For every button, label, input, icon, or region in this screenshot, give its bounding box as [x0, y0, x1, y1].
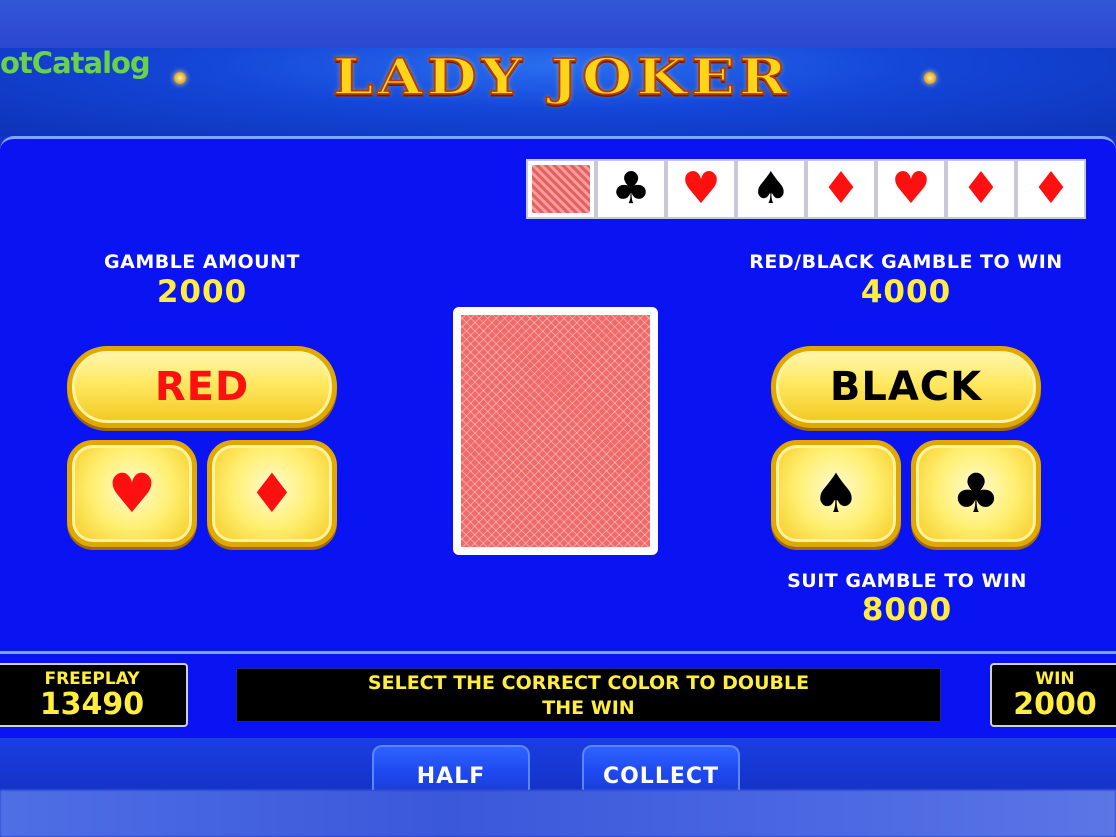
club-icon: ♣ — [951, 461, 1001, 525]
title-ornament-left — [174, 72, 186, 84]
top-blur-strip — [0, 0, 1116, 48]
history-card-diamond: ♦ — [1016, 159, 1086, 219]
spade-icon: ♠ — [751, 163, 791, 214]
gamble-amount-value: 2000 — [156, 274, 248, 310]
heart-icon: ♥ — [107, 461, 157, 525]
spade-button[interactable]: ♠ — [771, 440, 901, 547]
gamble-amount-label: GAMBLE AMOUNT — [104, 251, 300, 273]
collect-button[interactable]: COLLECT — [582, 745, 740, 790]
history-card-club: ♣ — [596, 159, 666, 219]
heart-button[interactable]: ♥ — [67, 440, 197, 547]
club-icon: ♣ — [611, 163, 651, 214]
history-card-heart: ♥ — [876, 159, 946, 219]
freeplay-label: FREEPLAY — [44, 669, 140, 689]
win-label: WIN — [1035, 669, 1075, 689]
message-line-1: SELECT THE CORRECT COLOR TO DOUBLE — [367, 672, 810, 694]
red-black-win-label: RED/BLACK GAMBLE TO WIN — [749, 251, 1063, 273]
history-card-heart: ♥ — [666, 159, 736, 219]
half-button[interactable]: HALF — [372, 745, 530, 790]
site-watermark: otCatalog — [0, 48, 151, 80]
win-value: 2000 — [1013, 687, 1097, 722]
diamond-icon: ♦ — [1031, 163, 1071, 214]
red-black-win-value: 4000 — [860, 274, 952, 310]
freeplay-counter: FREEPLAY 13490 — [0, 663, 188, 727]
card-history: ♣ ♥ ♠ ♦ ♥ ♦ ♦ — [526, 159, 1086, 219]
suit-gamble-label: SUIT GAMBLE TO WIN — [787, 570, 1027, 592]
suit-gamble-value: 8000 — [861, 592, 953, 628]
heart-icon: ♥ — [891, 163, 931, 214]
diamond-icon: ♦ — [247, 461, 297, 525]
game-title: LADY JOKER — [332, 48, 792, 107]
face-down-card — [453, 307, 658, 555]
title-ornament-right — [924, 72, 936, 84]
diamond-icon: ♦ — [821, 163, 861, 214]
black-button[interactable]: BLACK — [771, 346, 1041, 428]
history-card-spade: ♠ — [736, 159, 806, 219]
control-bar — [0, 738, 1116, 790]
diamond-icon: ♦ — [961, 163, 1001, 214]
message-box: SELECT THE CORRECT COLOR TO DOUBLE THE W… — [236, 668, 941, 722]
win-counter: WIN 2000 — [990, 663, 1116, 727]
red-button[interactable]: RED — [67, 346, 337, 428]
card-back-pattern — [461, 315, 650, 547]
spade-icon: ♠ — [811, 461, 861, 525]
history-card-diamond: ♦ — [946, 159, 1016, 219]
history-card-back — [526, 159, 596, 219]
history-card-diamond: ♦ — [806, 159, 876, 219]
message-line-2: THE WIN — [542, 697, 635, 719]
heart-icon: ♥ — [681, 163, 721, 214]
game-header: otCatalog LADY JOKER — [0, 48, 1116, 136]
bottom-blur-strip — [0, 790, 1116, 837]
diamond-button[interactable]: ♦ — [207, 440, 337, 547]
freeplay-value: 13490 — [39, 687, 145, 722]
club-button[interactable]: ♣ — [911, 440, 1041, 547]
